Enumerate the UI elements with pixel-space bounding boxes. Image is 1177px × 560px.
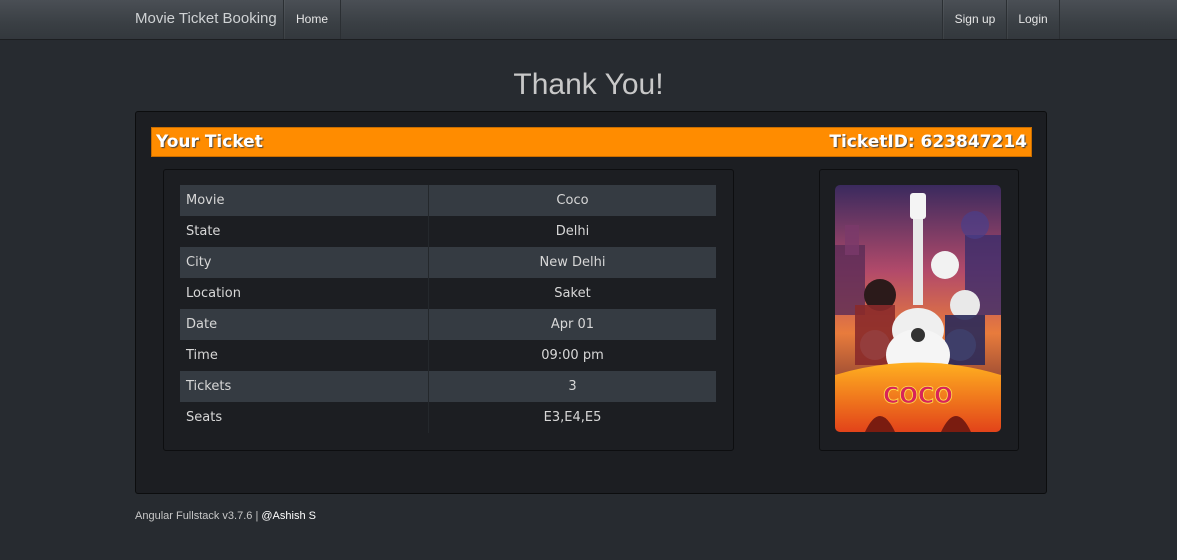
row-value-state: Delhi	[555, 224, 590, 239]
row-label-state: State	[180, 216, 429, 247]
row-value-city: New Delhi	[428, 247, 716, 278]
row-value-location: Saket	[554, 286, 591, 301]
row-value-seats: E3,E4,E5	[543, 410, 602, 425]
page-title: Thank You!	[513, 68, 664, 101]
row-label-movie: Movie	[180, 185, 429, 216]
ticket-details-table: Movie Coco State Delhi City New Delhi Lo…	[180, 185, 716, 433]
row-label-tickets: Tickets	[180, 371, 429, 402]
table-row: Location Saket	[180, 278, 716, 309]
row-label-location: Location	[180, 278, 429, 309]
row-label-date: Date	[180, 309, 429, 340]
row-label-city: City	[180, 247, 429, 278]
movie-poster: COCO	[835, 185, 1001, 432]
table-row: Movie Coco	[180, 185, 716, 216]
ticket-header-title: Your Ticket	[156, 132, 263, 152]
row-label-time: Time	[180, 340, 429, 371]
table-row: City New Delhi	[180, 247, 716, 278]
footer-text: Angular Fullstack v3.7.6 |	[135, 510, 259, 522]
footer-author-link[interactable]: @Ashish S	[261, 510, 316, 522]
ticket-header: Your Ticket TicketID: 623847214	[151, 127, 1032, 157]
nav-login[interactable]: Login	[1006, 0, 1060, 39]
poster-title: COCO	[883, 384, 953, 409]
brand-link[interactable]: Movie Ticket Booking	[135, 0, 277, 39]
table-row: State Delhi	[180, 216, 716, 247]
nav-home[interactable]: Home	[283, 0, 341, 39]
row-label-seats: Seats	[180, 402, 429, 433]
table-row: Tickets 3	[180, 371, 716, 402]
nav-signup[interactable]: Sign up	[942, 0, 1007, 39]
row-value-time: 09:00 pm	[541, 348, 604, 363]
navbar: Movie Ticket Booking Home Sign up Login	[0, 0, 1177, 40]
row-value-date: Apr 01	[428, 309, 716, 340]
table-row: Seats E3,E4,E5	[180, 402, 716, 433]
ticket-id: TicketID: 623847214	[829, 132, 1027, 152]
row-value-tickets: 3	[428, 371, 716, 402]
row-value-movie: Coco	[428, 185, 716, 216]
footer: Angular Fullstack v3.7.6 | @Ashish S	[135, 510, 316, 522]
table-row: Time 09:00 pm	[180, 340, 716, 371]
table-row: Date Apr 01	[180, 309, 716, 340]
